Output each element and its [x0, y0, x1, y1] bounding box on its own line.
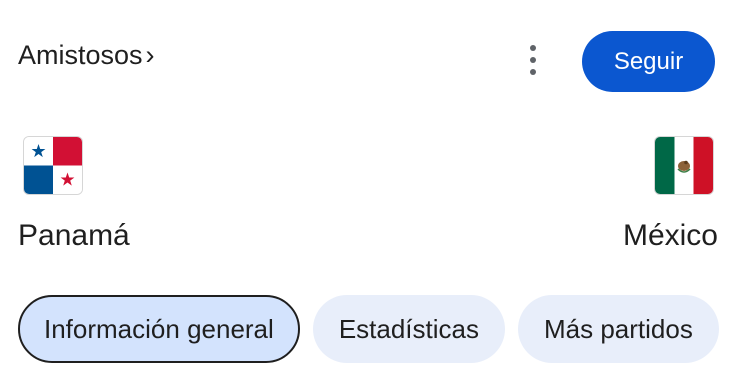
kebab-dot	[530, 69, 536, 75]
kebab-dot	[530, 57, 536, 63]
chevron-right-icon: ›	[145, 40, 155, 70]
breadcrumb-competition[interactable]: Amistosos ›	[18, 38, 155, 72]
mexico-flag-icon[interactable]	[655, 137, 713, 194]
tab-bar: Información general Estadísticas Más par…	[18, 295, 719, 363]
more-vert-icon[interactable]	[520, 43, 546, 77]
tab-overview[interactable]: Información general	[18, 295, 300, 363]
panama-flag-icon[interactable]	[24, 137, 82, 194]
match-screen: Amistosos › Seguir Panamá México Informa…	[0, 0, 750, 375]
away-team-name[interactable]: México	[623, 217, 718, 255]
follow-button[interactable]: Seguir	[582, 31, 715, 92]
kebab-dot	[530, 45, 536, 51]
home-team-name[interactable]: Panamá	[18, 217, 130, 255]
breadcrumb-label: Amistosos	[18, 40, 143, 70]
tab-more-matches[interactable]: Más partidos	[517, 295, 719, 363]
tab-stats[interactable]: Estadísticas	[312, 295, 505, 363]
